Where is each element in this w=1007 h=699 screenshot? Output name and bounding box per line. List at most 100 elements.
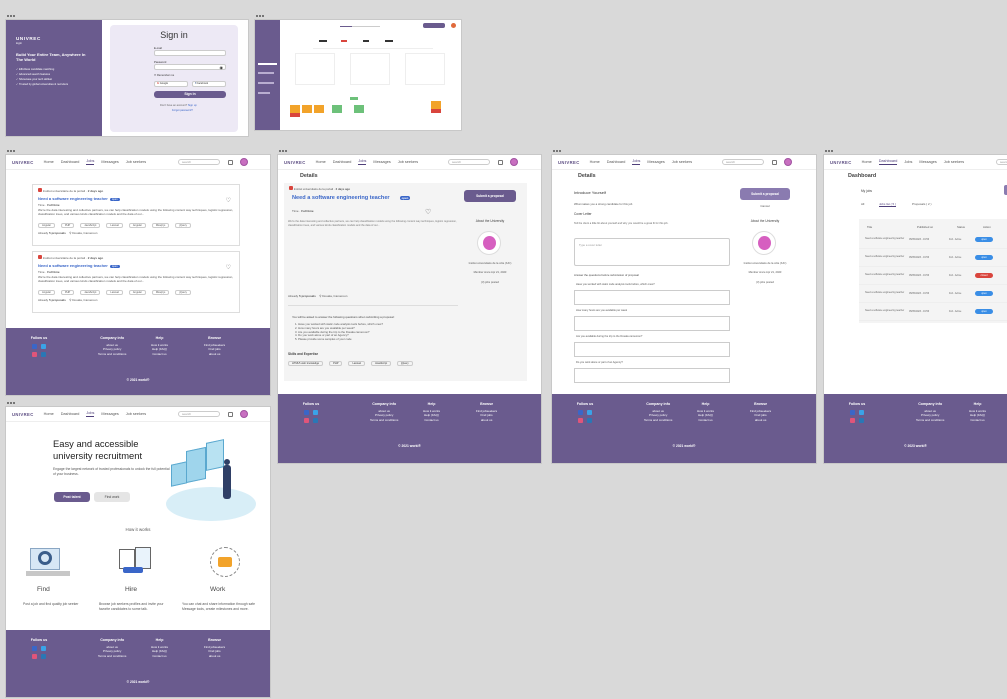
avatar[interactable] bbox=[784, 158, 792, 166]
nav-job-seekers[interactable]: Job seekers bbox=[126, 160, 146, 164]
cancel-link[interactable]: Cancel bbox=[740, 204, 790, 208]
brand-logo[interactable]: UNIVREC bbox=[284, 160, 306, 165]
action-open-button[interactable]: open bbox=[975, 255, 993, 260]
nav-messages[interactable]: Messages bbox=[101, 412, 118, 416]
job-card[interactable]: Institut universitaire de la portail · 2… bbox=[32, 251, 240, 313]
linkedin-icon[interactable] bbox=[587, 418, 592, 423]
skill-tag[interactable]: HTML5 web knowledge bbox=[288, 361, 324, 366]
job-tag[interactable]: jQuery bbox=[175, 290, 191, 295]
action-open-button[interactable]: open bbox=[975, 309, 993, 314]
nav-home[interactable]: Home bbox=[862, 160, 872, 164]
nav-messages[interactable]: Messages bbox=[101, 160, 118, 164]
search-input[interactable]: search bbox=[996, 159, 1007, 165]
twitter-icon[interactable] bbox=[41, 344, 46, 349]
skill-tag[interactable]: JavaScript bbox=[370, 361, 392, 366]
find-work-button[interactable]: Find work bbox=[94, 492, 130, 502]
action-open-button[interactable]: open bbox=[975, 237, 993, 242]
frame-menu-icon[interactable] bbox=[7, 401, 19, 405]
q4-answer[interactable] bbox=[574, 368, 730, 383]
submit-proposal-button[interactable]: Submit a proposal bbox=[464, 190, 516, 202]
password-field[interactable]: ◉ bbox=[154, 64, 226, 70]
linkedin-icon[interactable] bbox=[41, 352, 46, 357]
skill-tag[interactable]: jQuery bbox=[397, 361, 413, 366]
bell-icon[interactable] bbox=[228, 160, 233, 165]
table-row[interactable]: Need a software engineering teacher 05/0… bbox=[859, 287, 1007, 303]
frame-menu-icon[interactable] bbox=[7, 14, 19, 18]
forgot-link[interactable]: Forgot password? bbox=[172, 109, 193, 112]
search-input[interactable]: search bbox=[178, 411, 220, 417]
job-tag[interactable]: Mssql.js bbox=[151, 223, 170, 228]
nav-job-seekers[interactable]: Job seekers bbox=[398, 160, 418, 164]
table-row[interactable]: Need a software engineering teacher 05/0… bbox=[859, 251, 1007, 267]
overview-avatar[interactable] bbox=[451, 23, 456, 28]
nav-messages[interactable]: Messages bbox=[373, 160, 390, 164]
job-title[interactable]: Need a software engineering teacher bbox=[38, 263, 108, 268]
google-button[interactable]: G Google bbox=[154, 81, 188, 87]
job-tag[interactable]: Laravel bbox=[106, 290, 123, 295]
frame-menu-icon[interactable] bbox=[553, 149, 565, 153]
frame-menu-icon[interactable] bbox=[7, 149, 19, 153]
brand-logo[interactable]: UNIVREC bbox=[830, 160, 852, 165]
nav-home[interactable]: Home bbox=[44, 160, 54, 164]
action-open-button[interactable]: open bbox=[975, 291, 993, 296]
overview-new-button[interactable] bbox=[423, 23, 445, 28]
nav-jobs[interactable]: Jobs bbox=[86, 411, 95, 417]
job-tag[interactable]: JavaScript bbox=[80, 223, 101, 228]
nav-job-seekers[interactable]: Job seekers bbox=[672, 160, 692, 164]
nav-job-seekers[interactable]: Job seekers bbox=[944, 160, 964, 164]
search-input[interactable]: search bbox=[448, 159, 490, 165]
twitter-icon[interactable] bbox=[859, 410, 864, 415]
job-title[interactable]: Need a software engineering teacher bbox=[38, 196, 108, 201]
heart-icon[interactable]: ♡ bbox=[226, 264, 231, 271]
job-tag[interactable]: PHP bbox=[60, 223, 75, 228]
overview-sidebar-item[interactable] bbox=[258, 82, 274, 84]
job-tag[interactable]: Laravel bbox=[106, 223, 123, 228]
action-closed-button[interactable]: closed bbox=[975, 273, 993, 278]
remember-checkbox[interactable]: ☐ Remember me bbox=[154, 74, 174, 77]
instagram-icon[interactable] bbox=[578, 418, 583, 423]
bell-icon[interactable] bbox=[498, 160, 503, 165]
tab-proposals[interactable]: Proposals ( 2 ) bbox=[912, 202, 932, 206]
q2-answer[interactable] bbox=[574, 316, 730, 331]
q1-answer[interactable] bbox=[574, 290, 730, 305]
tab-jobs-list[interactable]: Jobs list ( 5 ) bbox=[879, 202, 897, 207]
frame-menu-icon[interactable] bbox=[256, 14, 268, 18]
nav-job-seekers[interactable]: Job seekers bbox=[126, 412, 146, 416]
post-talent-button[interactable]: Post talent bbox=[54, 492, 90, 502]
overview-sidebar-item[interactable] bbox=[258, 92, 270, 94]
frame-menu-icon[interactable] bbox=[825, 149, 837, 153]
nav-home[interactable]: Home bbox=[590, 160, 600, 164]
overview-sidebar-item[interactable] bbox=[258, 63, 277, 65]
search-input[interactable]: search bbox=[722, 159, 764, 165]
skill-tag[interactable]: Laravel bbox=[348, 361, 365, 366]
search-input[interactable]: search bbox=[178, 159, 220, 165]
instagram-icon[interactable] bbox=[32, 352, 37, 357]
brand-logo[interactable]: UNIVREC bbox=[558, 160, 580, 165]
facebook-icon[interactable] bbox=[850, 410, 855, 415]
job-tag[interactable]: JavaScript bbox=[80, 290, 101, 295]
nav-dashboard[interactable]: Dashboard bbox=[333, 160, 352, 164]
facebook-icon[interactable] bbox=[578, 410, 583, 415]
submit-proposal-button[interactable]: Submit a proposal bbox=[740, 188, 790, 200]
nav-home[interactable]: Home bbox=[44, 412, 54, 416]
signup-link[interactable]: Sign up bbox=[188, 104, 197, 107]
avatar[interactable] bbox=[240, 158, 248, 166]
nav-jobs[interactable]: Jobs bbox=[358, 159, 367, 165]
eye-icon[interactable]: ◉ bbox=[220, 65, 224, 70]
avatar[interactable] bbox=[240, 410, 248, 418]
facebook-icon[interactable] bbox=[304, 410, 309, 415]
email-field[interactable] bbox=[154, 50, 226, 56]
nav-dashboard[interactable]: Dashboard bbox=[61, 412, 80, 416]
linkedin-icon[interactable] bbox=[313, 418, 318, 423]
nav-messages[interactable]: Messages bbox=[647, 160, 664, 164]
twitter-icon[interactable] bbox=[41, 646, 46, 651]
heart-icon[interactable]: ♡ bbox=[425, 208, 431, 216]
frame-menu-icon[interactable] bbox=[279, 149, 291, 153]
job-tag[interactable]: Mssql.js bbox=[151, 290, 170, 295]
nav-jobs[interactable]: Jobs bbox=[86, 159, 95, 165]
linkedin-icon[interactable] bbox=[859, 418, 864, 423]
q3-answer[interactable] bbox=[574, 342, 730, 357]
bell-icon[interactable] bbox=[772, 160, 777, 165]
table-row[interactable]: Need a software engineering teacher 05/0… bbox=[859, 233, 1007, 249]
twitter-icon[interactable] bbox=[313, 410, 318, 415]
